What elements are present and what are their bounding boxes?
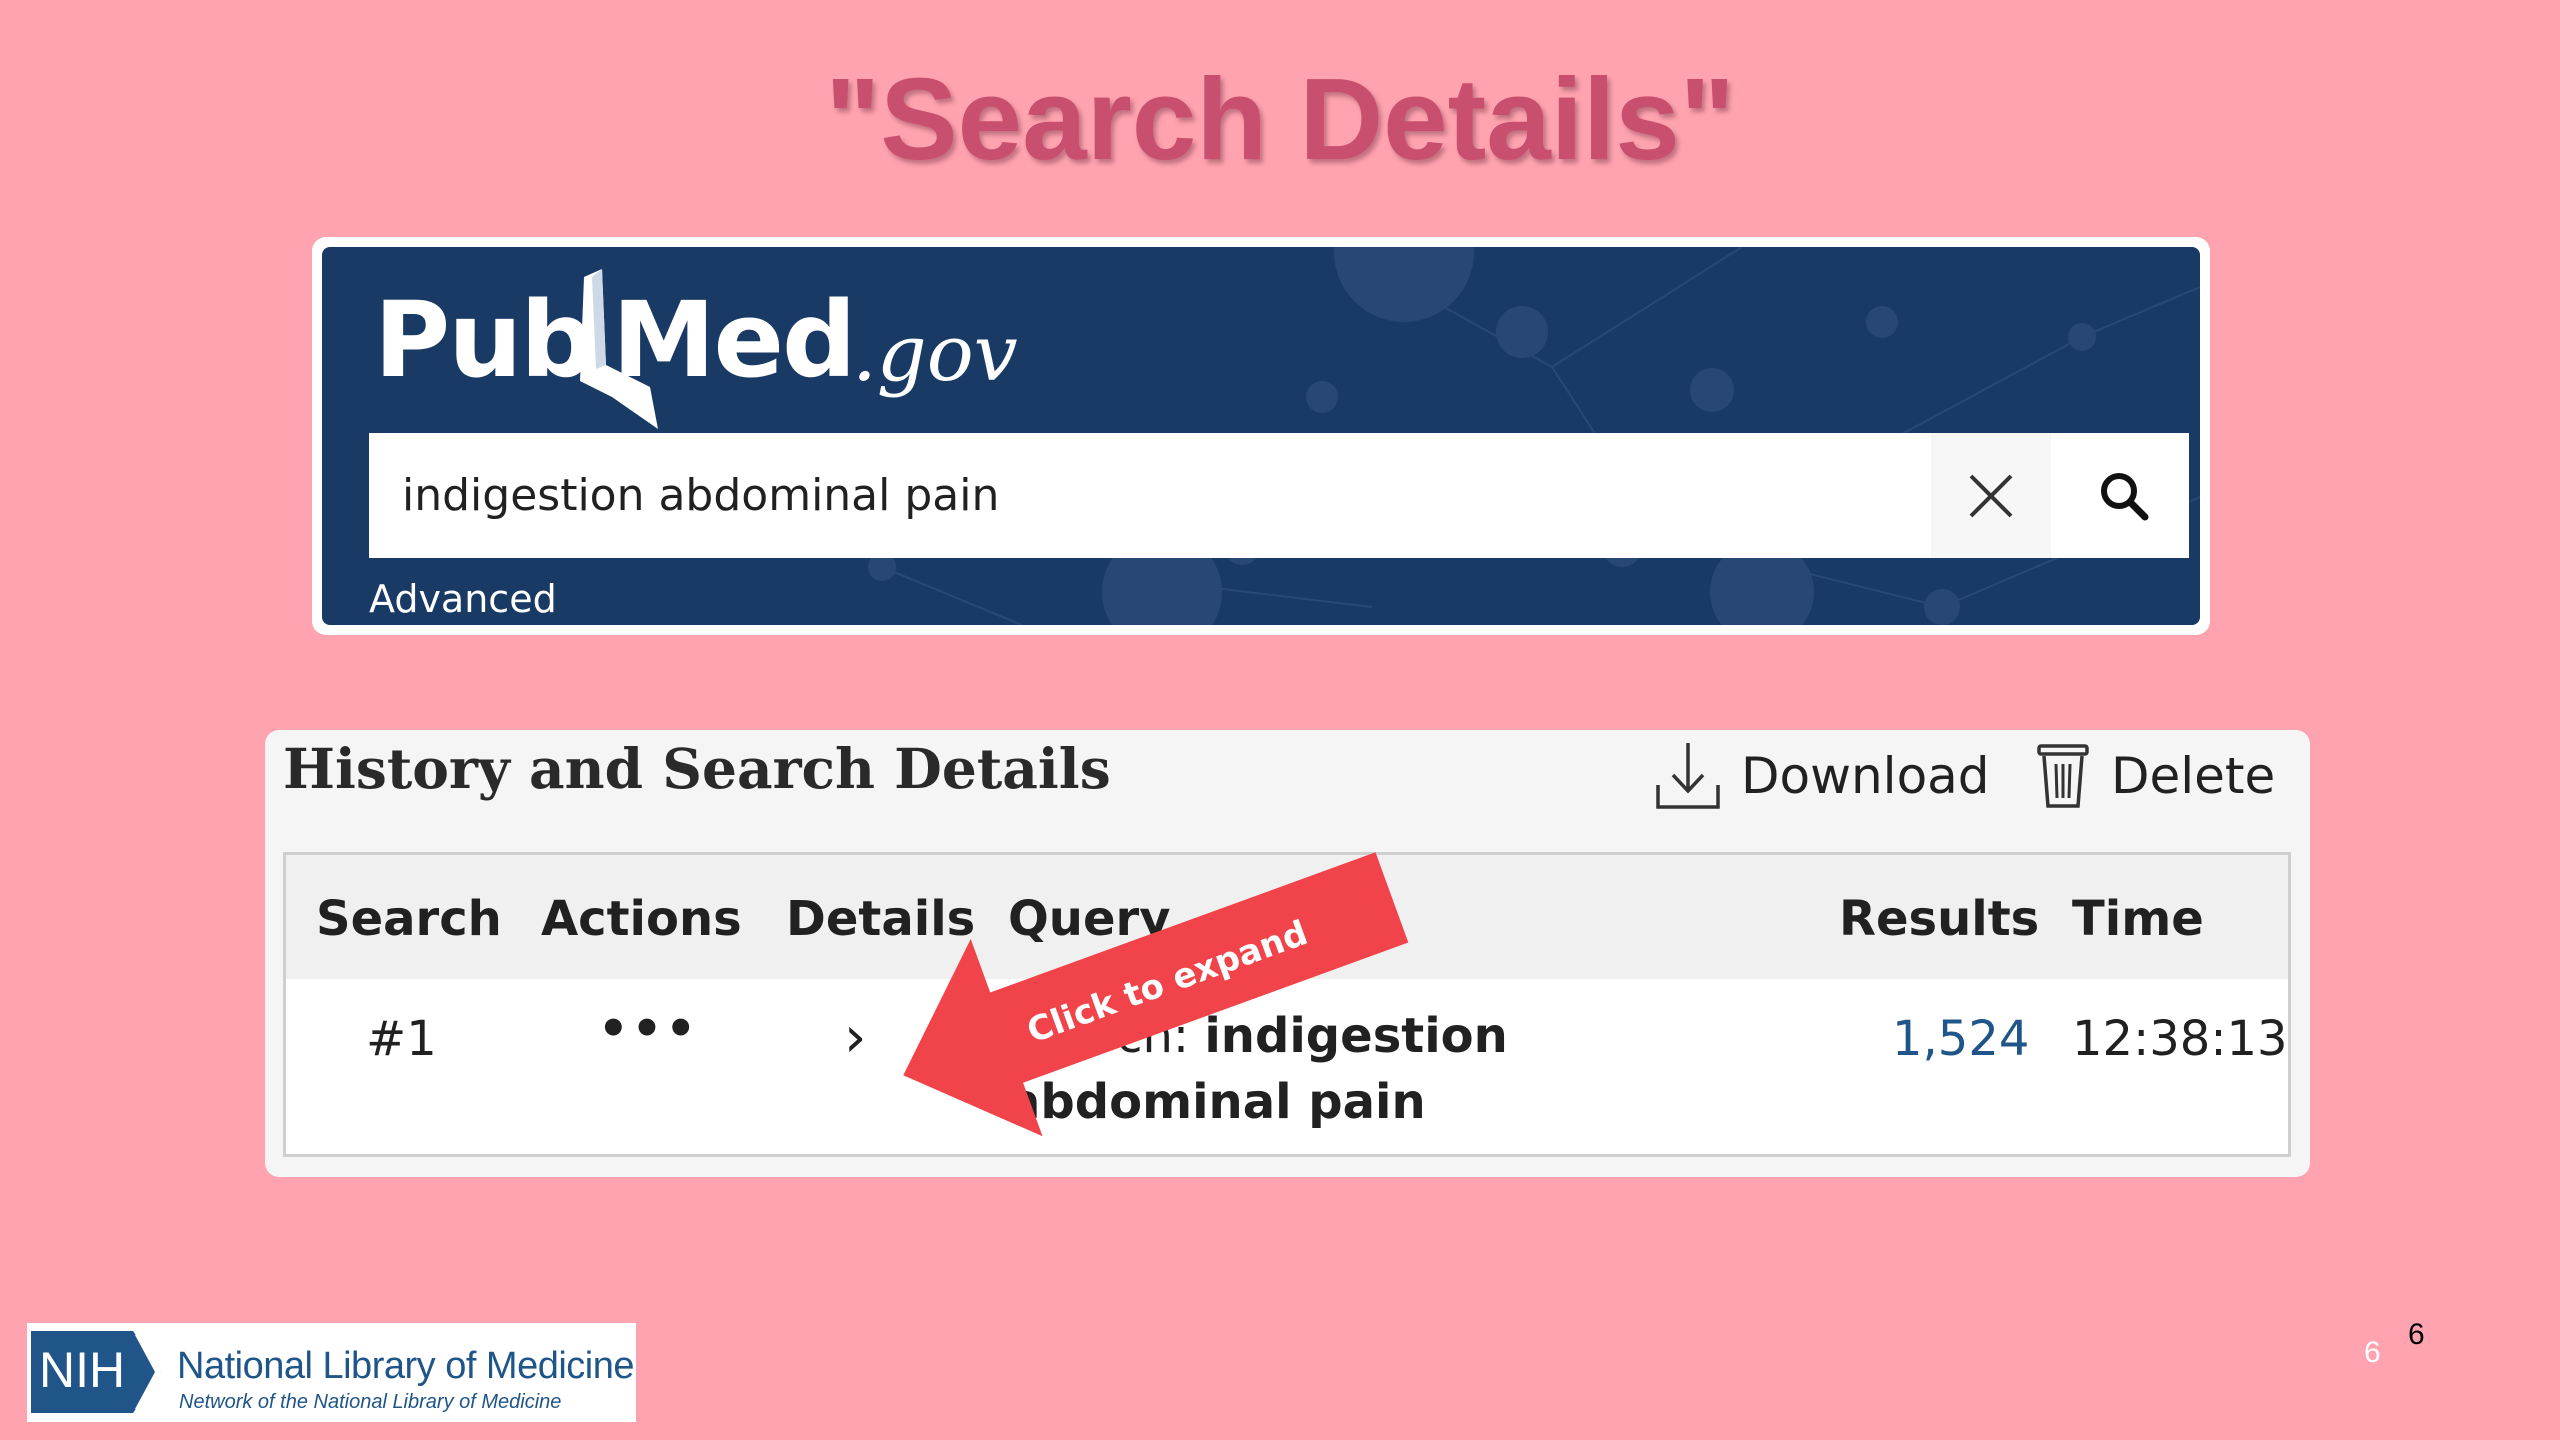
slide-number-faint: 6 [2364,1336,2381,1369]
query-term-1: indigestion [1204,1008,1508,1064]
search-icon [2101,472,2149,520]
clear-button[interactable] [1931,433,2051,558]
nih-logo-mark: NIH [31,1331,161,1413]
slide-number: 6 [2408,1318,2425,1351]
query-prefix: Search: [1008,1008,1205,1064]
pubmed-screenshot-frame: Pub Med .gov Advance [312,237,2210,635]
history-panel: History and Search Details Download Dele… [265,730,2310,1177]
row-time: 12:38:13 [2072,1011,2288,1067]
nih-abbr: NIH [39,1342,125,1398]
column-header-search[interactable]: Search [316,891,502,947]
delete-label: Delete [2111,747,2276,805]
download-label: Download [1741,747,1990,805]
pubmed-header: Pub Med .gov Advance [322,247,2200,625]
row-results-link[interactable]: 1,524 [1892,1011,2029,1067]
logo-med: Med [612,279,856,401]
download-button[interactable]: Download [1655,736,1990,816]
column-header-details: Details [786,891,976,947]
click-to-expand-arrow: Click to expand [903,852,1409,1137]
nlm-logo: NIH National Library of Medicine Network… [27,1323,636,1422]
slide-title: "Search Details" [825,54,1735,184]
advanced-search-link[interactable]: Advanced [369,577,557,621]
search-input[interactable] [369,433,1929,558]
column-header-time[interactable]: Time [2072,891,2204,947]
close-icon [1969,474,2013,517]
row-actions-menu[interactable]: ••• [598,1001,699,1057]
history-table: Search Actions Details Query Results Tim… [283,852,2291,1157]
org-subtitle: Network of the National Library of Medic… [179,1391,562,1413]
query-term-2: abdominal pain [1008,1074,1426,1130]
trash-icon [2037,744,2089,808]
column-header-results[interactable]: Results [1839,891,2039,947]
row-query: Search: indigestion abdominal pain [1008,1003,1568,1135]
org-name: National Library of Medicine [177,1345,635,1387]
table-header: Search Actions Details Query Results Tim… [286,855,2288,979]
row-search-number: #1 [366,1011,437,1067]
pubmed-logo[interactable]: Pub Med .gov [374,269,1094,429]
history-title: History and Search Details [283,736,1111,801]
search-button[interactable] [2069,433,2179,558]
delete-button[interactable]: Delete [2035,736,2275,816]
column-header-actions: Actions [541,891,742,947]
search-bar [369,433,2189,558]
logo-pub: Pub [374,279,595,401]
download-icon [1656,743,1720,809]
row-details-expand[interactable]: › [844,1005,866,1070]
logo-gov: .gov [852,309,1018,399]
column-header-query: Query [1008,891,1171,947]
